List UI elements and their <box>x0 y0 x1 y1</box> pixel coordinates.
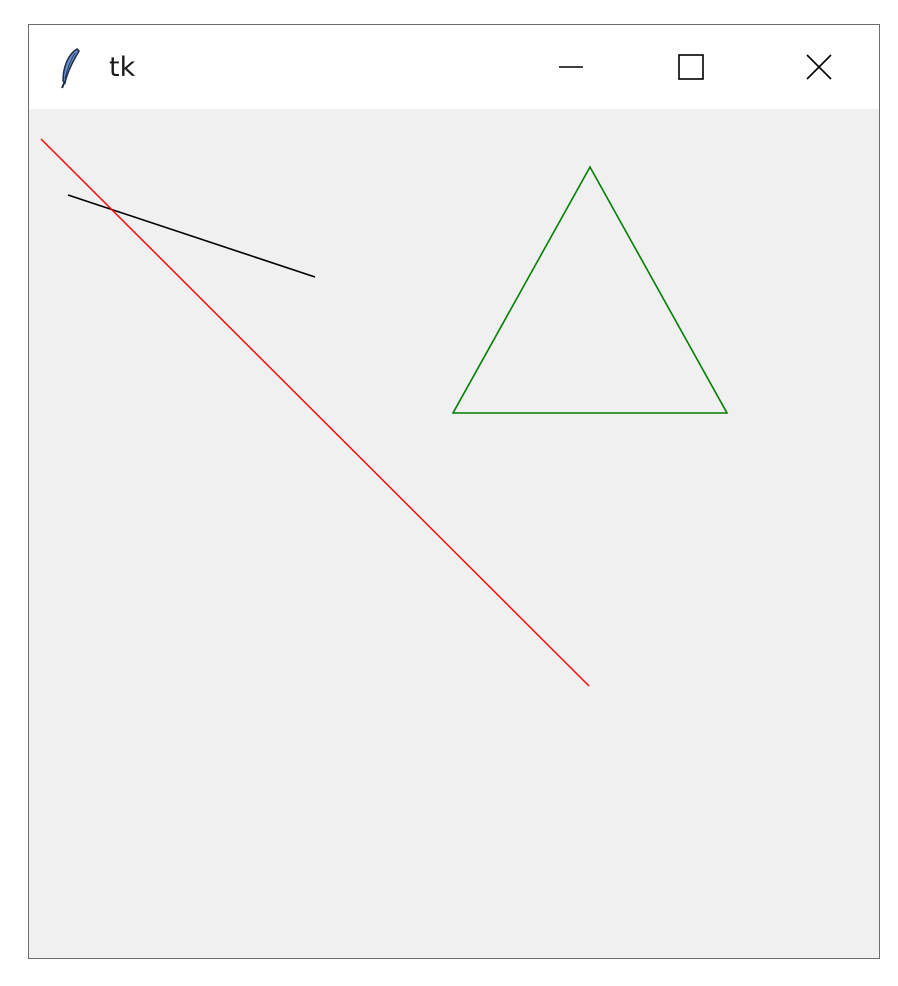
close-button[interactable] <box>771 25 867 109</box>
green-triangle <box>451 165 729 414</box>
minimize-icon <box>559 66 583 68</box>
window-title: tk <box>109 52 136 83</box>
close-icon <box>806 54 832 80</box>
drawing-canvas[interactable] <box>29 109 879 958</box>
black-line <box>67 194 316 278</box>
tk-window: tk <box>28 24 880 959</box>
maximize-button[interactable] <box>643 25 739 109</box>
minimize-button[interactable] <box>523 25 619 109</box>
maximize-icon <box>678 54 704 80</box>
tk-feather-icon <box>61 48 80 89</box>
title-bar[interactable]: tk <box>29 25 879 109</box>
